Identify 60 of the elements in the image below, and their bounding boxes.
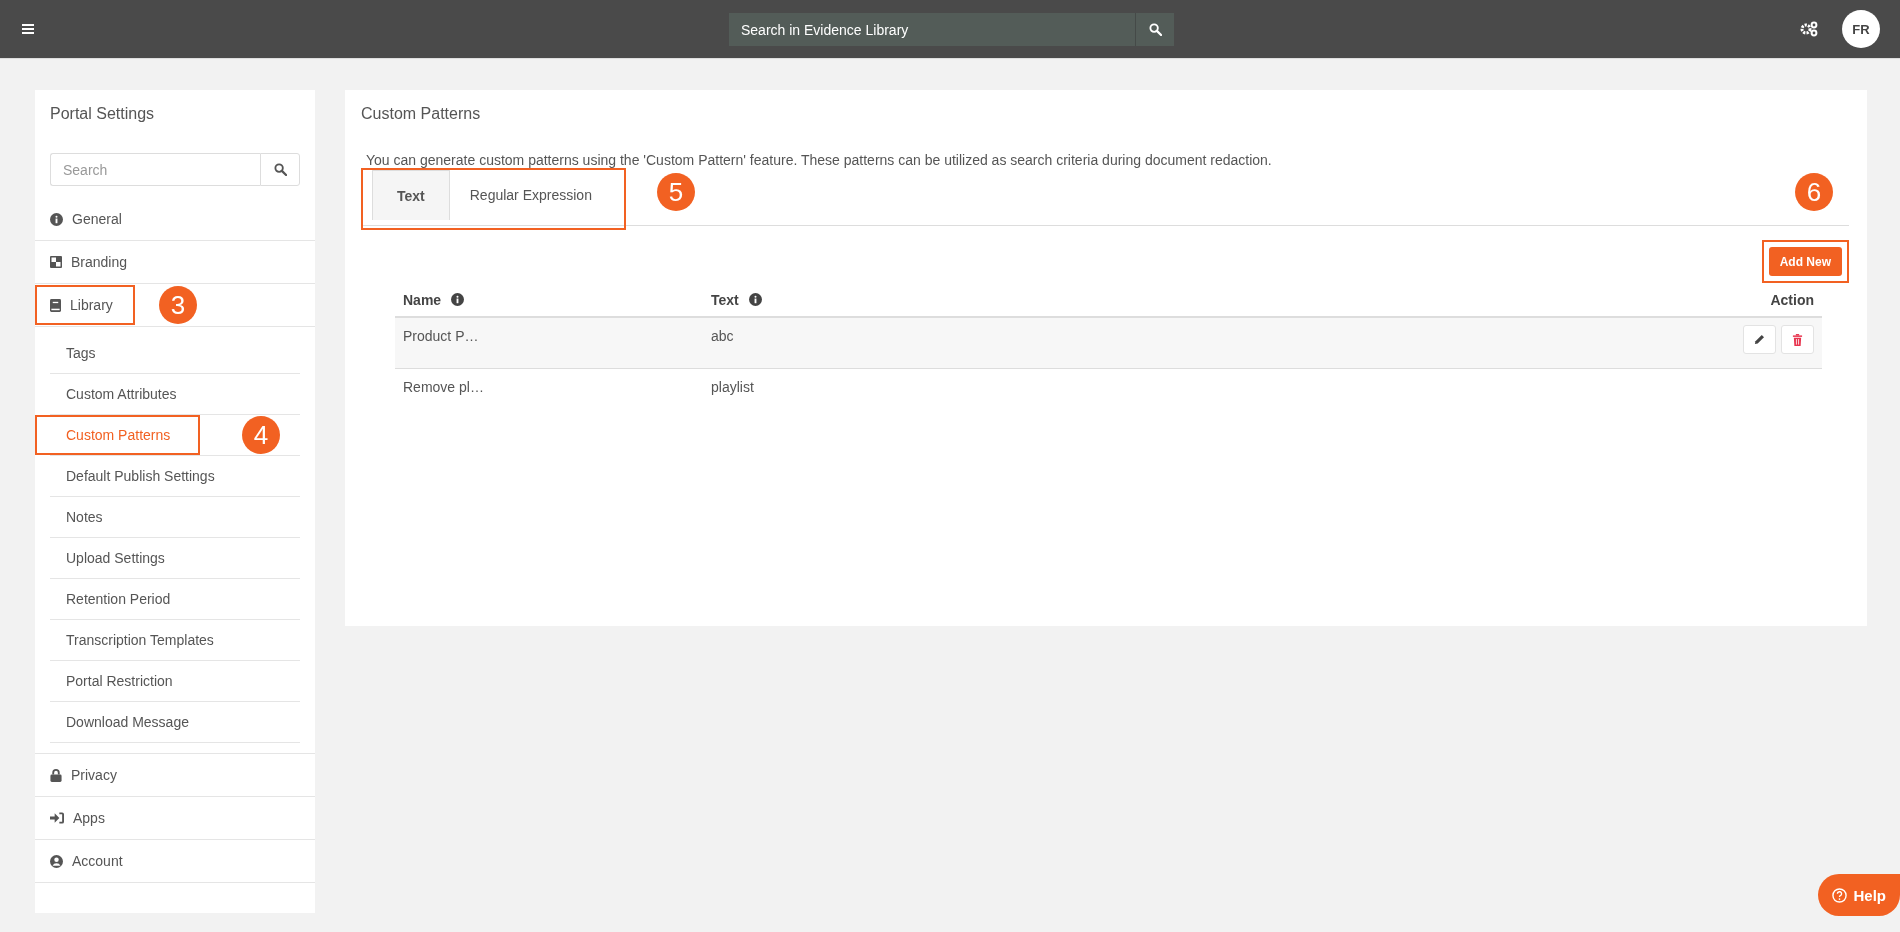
trash-icon <box>1792 333 1803 346</box>
info-icon[interactable] <box>748 293 762 306</box>
sidebar-item[interactable]: General <box>35 198 137 240</box>
sidebar-subitem[interactable]: Custom Attributes <box>50 374 177 414</box>
info-icon[interactable] <box>451 293 465 306</box>
sidebar-subitem[interactable]: Download Message <box>50 702 189 742</box>
sign-in-icon <box>50 812 64 824</box>
sidebar-item-label: Privacy <box>71 767 117 783</box>
user-avatar[interactable]: FR <box>1842 10 1880 48</box>
checkered-square-icon <box>50 256 62 268</box>
sidebar-subitem[interactable]: Upload Settings <box>50 538 165 578</box>
sidebar-item-label: Branding <box>71 254 128 270</box>
table-cell: abc <box>711 328 734 344</box>
callout-number: 3 <box>159 286 197 324</box>
sidebar-item-label: Account <box>72 853 123 869</box>
delete-button[interactable] <box>1781 325 1814 354</box>
book-icon <box>50 298 61 312</box>
callout-number: 4 <box>242 416 280 454</box>
question-icon <box>1832 887 1848 903</box>
callout-number: 6 <box>1795 173 1833 211</box>
sidebar-item[interactable]: Apps <box>35 797 120 839</box>
search-icon <box>273 163 287 176</box>
sidebar-subitem[interactable]: Default Publish Settings <box>50 456 215 496</box>
edit-button[interactable] <box>1743 325 1776 354</box>
search-icon <box>1148 23 1162 36</box>
column-header: Name <box>403 291 442 308</box>
sidebar-subitem[interactable]: Retention Period <box>50 579 171 619</box>
sidebar-item[interactable]: Branding <box>35 241 143 283</box>
user-circle-icon <box>50 854 63 868</box>
lock-icon <box>50 768 62 782</box>
sidebar-subitem[interactable]: Transcription Templates <box>50 620 214 660</box>
pencil-icon <box>1754 334 1765 345</box>
column-header: Text <box>711 291 739 308</box>
table-cell: playlist <box>711 379 754 395</box>
table-row[interactable]: Remove pl… playlist <box>395 369 1822 407</box>
info-icon <box>50 212 63 226</box>
settings-icon[interactable] <box>1799 21 1819 37</box>
description-text: You can generate custom patterns using the 'Custom Pattern' feature. These patterns can be utilized as search criteria during document redaction. <box>366 152 1273 168</box>
sidebar-subitem[interactable]: Portal Restriction <box>50 661 173 701</box>
search-button[interactable] <box>1135 13 1174 46</box>
sidebar-item[interactable]: Account <box>35 840 138 882</box>
callout-number: 5 <box>657 173 695 211</box>
sidebar-item-label: Library <box>70 297 113 313</box>
tab[interactable]: Text <box>372 170 450 220</box>
table-cell: Product P… <box>403 328 479 344</box>
sidebar-item-label: Apps <box>73 810 105 826</box>
search-field[interactable]: Search in Evidence Library <box>729 13 1135 46</box>
search-field[interactable]: Search <box>50 153 260 186</box>
sidebar-item[interactable]: Library <box>35 285 135 325</box>
sidebar-item-label: General <box>72 211 122 227</box>
table-row[interactable]: Product P… abc <box>395 318 1822 369</box>
sidebar-title: Portal Settings <box>49 105 156 123</box>
menu-icon[interactable] <box>22 24 34 34</box>
sidebar-subitem[interactable]: Notes <box>50 497 103 537</box>
column-header: Action <box>1770 291 1814 308</box>
page-title: Custom Patterns <box>361 105 482 123</box>
tab[interactable]: Regular Expression <box>449 170 612 220</box>
sidebar-item[interactable]: Privacy <box>35 754 132 796</box>
sidebar-subitem[interactable]: Tags <box>50 333 96 373</box>
table-cell: Remove pl… <box>403 379 484 395</box>
